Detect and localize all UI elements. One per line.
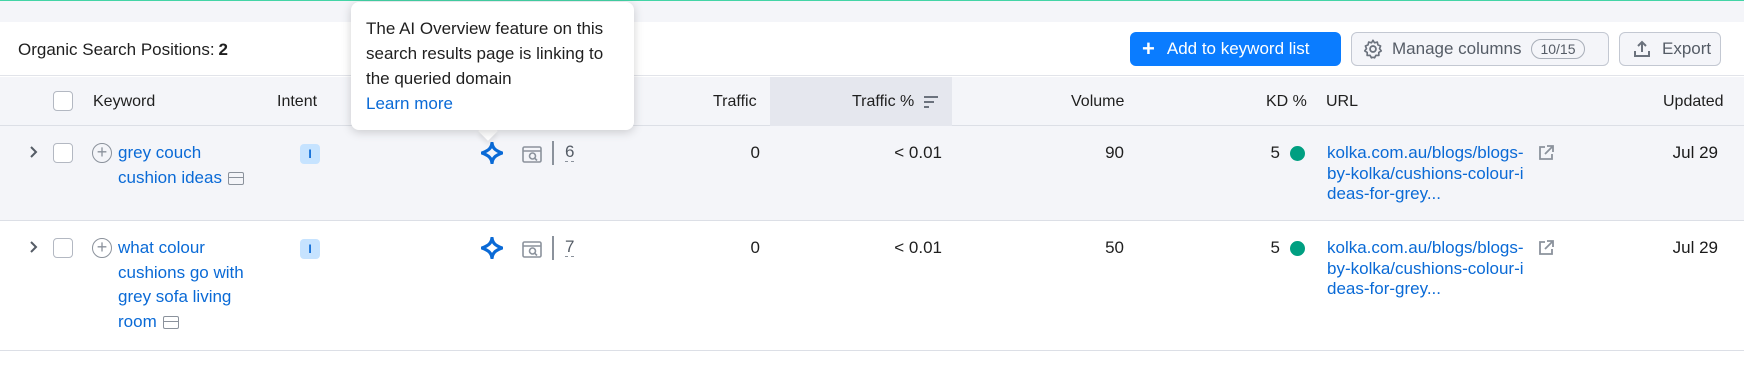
kd-value: 5 bbox=[1270, 143, 1280, 162]
ai-overview-icon[interactable] bbox=[481, 237, 503, 259]
col-kd[interactable]: KD % bbox=[1266, 93, 1307, 111]
export-label: Export bbox=[1662, 39, 1712, 58]
export-button[interactable]: Export bbox=[1619, 32, 1721, 66]
col-url[interactable]: URL bbox=[1326, 93, 1358, 111]
keyword-text: grey couch cushion ideas bbox=[118, 143, 222, 187]
traffic-value: 0 bbox=[750, 143, 760, 162]
external-link-icon[interactable] bbox=[1537, 239, 1555, 257]
updated-date: Jul 29 bbox=[1672, 238, 1718, 257]
gear-icon bbox=[1363, 39, 1383, 59]
col-traffic-pct-label: Traffic % bbox=[852, 93, 915, 110]
add-to-keyword-list-button[interactable]: + Add to keyword list bbox=[1130, 32, 1341, 66]
kd-indicator-dot bbox=[1290, 146, 1305, 161]
traffic-pct-value: < 0.01 bbox=[894, 143, 942, 162]
learn-more-link[interactable]: Learn more bbox=[366, 91, 619, 116]
table-column-headers: Keyword Intent Traffic Traffic % Volume … bbox=[0, 77, 1744, 126]
row-checkbox[interactable] bbox=[53, 238, 73, 258]
col-volume[interactable]: Volume bbox=[1071, 93, 1124, 111]
table-row: + grey couch cushion ideas I 6 0 < 0.01 … bbox=[0, 126, 1744, 221]
divider bbox=[552, 141, 554, 165]
add-keyword-icon[interactable]: + bbox=[92, 238, 112, 258]
col-keyword[interactable]: Keyword bbox=[93, 93, 155, 111]
add-to-keyword-list-label: Add to keyword list bbox=[1166, 39, 1310, 58]
intent-badge: I bbox=[300, 144, 320, 164]
keyword-link[interactable]: what colour cushions go with grey sofa l… bbox=[118, 236, 258, 334]
intent-badge: I bbox=[300, 239, 320, 259]
volume-value: 90 bbox=[1105, 143, 1124, 162]
table-row: + what colour cushions go with grey sofa… bbox=[0, 221, 1744, 351]
col-updated[interactable]: Updated bbox=[1663, 93, 1724, 111]
updated-date: Jul 29 bbox=[1672, 143, 1718, 162]
chevron-right-icon[interactable] bbox=[28, 146, 40, 158]
serp-snapshot-icon[interactable] bbox=[227, 171, 244, 185]
row-checkbox[interactable] bbox=[53, 143, 73, 163]
serp-snapshot-icon[interactable] bbox=[162, 315, 179, 329]
serp-features-icon[interactable] bbox=[522, 146, 542, 163]
serp-features-icon[interactable] bbox=[522, 241, 542, 258]
page-title: Organic Search Positions: 2 bbox=[18, 40, 228, 60]
volume-value: 50 bbox=[1105, 238, 1124, 257]
external-link-icon[interactable] bbox=[1537, 144, 1555, 162]
manage-columns-button[interactable]: Manage columns 10/15 bbox=[1351, 32, 1609, 66]
title-count: 2 bbox=[218, 40, 229, 59]
divider bbox=[552, 236, 554, 260]
table-header-bar: Organic Search Positions: 2 + Add to keyw… bbox=[0, 22, 1744, 76]
kd-indicator-dot bbox=[1290, 241, 1305, 256]
keyword-link[interactable]: grey couch cushion ideas bbox=[118, 141, 258, 190]
col-traffic-pct[interactable]: Traffic % bbox=[852, 93, 939, 111]
keyword-text: what colour cushions go with grey sofa l… bbox=[118, 238, 244, 331]
kd-value: 5 bbox=[1270, 238, 1280, 257]
title-label: Organic Search Positions: bbox=[18, 40, 215, 59]
url-link[interactable]: kolka.com.au/blogs/blogs-by-kolka/cushio… bbox=[1327, 143, 1527, 205]
traffic-value: 0 bbox=[750, 238, 760, 257]
position-number[interactable]: 7 bbox=[565, 238, 575, 257]
plus-icon: + bbox=[1142, 36, 1155, 61]
tooltip-text: The AI Overview feature on this search r… bbox=[366, 19, 604, 88]
col-intent[interactable]: Intent bbox=[277, 93, 317, 111]
ai-overview-tooltip: The AI Overview feature on this search r… bbox=[351, 2, 634, 130]
ai-overview-icon[interactable] bbox=[481, 142, 503, 164]
chevron-right-icon[interactable] bbox=[28, 241, 40, 253]
position-number[interactable]: 6 bbox=[565, 143, 575, 162]
sort-icon bbox=[923, 95, 938, 108]
col-traffic[interactable]: Traffic bbox=[713, 93, 757, 111]
manage-columns-label: Manage columns bbox=[1392, 39, 1522, 58]
columns-count-badge: 10/15 bbox=[1531, 39, 1585, 59]
traffic-pct-value: < 0.01 bbox=[894, 238, 942, 257]
add-keyword-icon[interactable]: + bbox=[92, 143, 112, 163]
url-link[interactable]: kolka.com.au/blogs/blogs-by-kolka/cushio… bbox=[1327, 238, 1527, 300]
top-strip bbox=[0, 0, 1744, 22]
export-icon bbox=[1634, 40, 1650, 57]
select-all-checkbox[interactable] bbox=[53, 91, 73, 111]
